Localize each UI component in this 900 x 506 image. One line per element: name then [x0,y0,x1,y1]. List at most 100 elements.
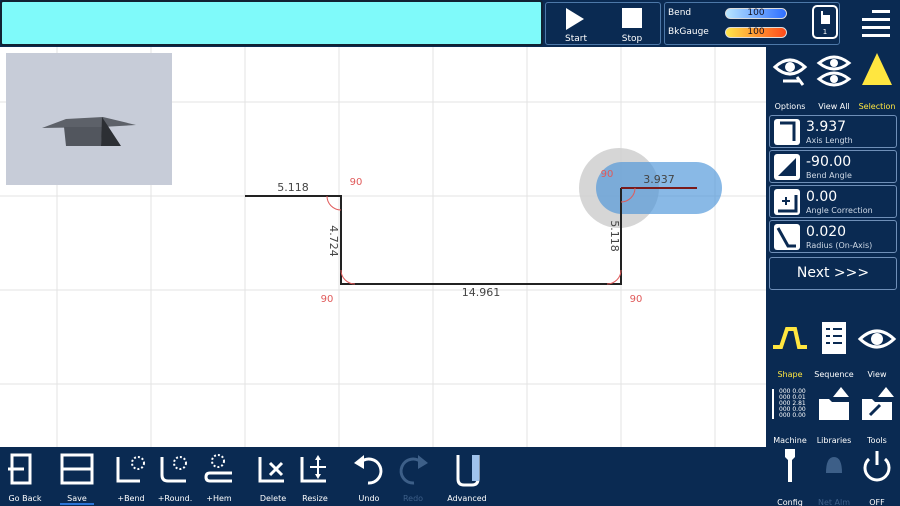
menu-icon [862,10,890,37]
next-button[interactable]: Next >>> [769,257,897,290]
resize-label: Resize [302,494,328,503]
undo-icon [354,455,383,485]
save-button[interactable]: Save [52,451,102,505]
dim-1: 5.118 [277,181,309,194]
sequence-icon [822,322,846,354]
program-name-bar[interactable] [0,0,543,46]
bend-gauge-value: 100 [747,8,765,18]
angle-correction-field[interactable]: 0.00 Angle Correction [769,185,897,218]
save-underline [60,503,94,505]
resize-button[interactable]: Resize [290,451,340,505]
sequence-button[interactable]: Sequence [813,319,855,379]
redo-label: Redo [402,494,424,503]
radius-field[interactable]: 0.020 Radius (On-Axis) [769,220,897,253]
stop-icon [622,8,642,28]
drawing-canvas[interactable]: 5.118 4.724 14.961 5.118 3.937 90 90 90 … [0,47,766,447]
add-round-button[interactable]: +Round. [150,451,200,505]
add-hem-icon [204,454,232,483]
add-bend-label: +Bend [117,494,145,503]
stop-label: Stop [621,34,643,44]
add-bend-icon [116,456,145,483]
bend-angle-field[interactable]: -90.00 Bend Angle [769,150,897,183]
shape-button[interactable]: Shape [769,319,811,379]
machine-readout-5: 000 0.00 [779,412,806,419]
eye-icon [857,329,897,349]
power-icon [863,451,891,482]
eye-wrench-icon [772,58,808,86]
advanced-button[interactable]: Advanced [442,451,492,505]
config-button[interactable]: Config [769,447,811,506]
view-label: View [867,370,887,379]
angle-correction-label: Angle Correction [806,206,873,215]
run-controls: Start Stop [545,2,661,45]
angle-4: 90 [601,169,614,180]
machine-button[interactable]: 000 0.00 000 0.01 000 2.81 000 0.00 000 … [769,385,811,445]
view-button[interactable]: View [856,319,898,379]
selection-button[interactable]: Selection [856,51,898,111]
wrench-icon [785,449,795,482]
3d-preview[interactable] [6,53,172,185]
angle-2: 90 [321,294,334,305]
tools-label: Tools [867,436,887,445]
radius-value: 0.020 [806,224,847,240]
start-button[interactable]: Start [548,3,604,46]
redo-icon [399,455,428,485]
axis-length-label: Axis Length [806,136,853,145]
right-panel: Options View All Selection 3.937 Axis Le… [766,47,900,506]
options-button[interactable]: Options [769,51,811,111]
dim-2: 4.724 [327,225,340,257]
shape-icon [773,327,807,349]
exit-icon [8,453,32,485]
radius-label: Radius (On-Axis) [806,241,873,250]
app-root: Start Stop Bend 100 BkGauge 100 1 5.118 … [0,0,900,506]
bottom-toolbar: Go Back Save +Bend +Round. +Hem Delete R… [0,447,766,506]
folder-up-icon [819,387,849,420]
go-back-label: Go Back [8,494,42,503]
go-back-button[interactable]: Go Back [0,451,50,505]
add-hem-label: +Hem [206,494,232,503]
bend-angle-label: Bend Angle [806,171,852,180]
dim-5: 3.937 [643,173,675,186]
add-hem-button[interactable]: +Hem [194,451,244,505]
resize-icon [300,455,326,483]
libraries-button[interactable]: Libraries [813,385,855,445]
bend-angle-icon [774,154,800,180]
angle-3: 90 [630,294,643,305]
hand-counter: 1 [822,28,828,36]
backgauge-label: BkGauge [668,27,709,37]
view-all-button[interactable]: View All [813,51,855,111]
start-label: Start [565,34,587,44]
machine-icon: 000 0.00 000 0.01 000 2.81 000 0.00 000 … [772,388,806,419]
axis-length-icon [774,119,800,145]
dim-3: 14.961 [462,286,501,299]
bend-gauge-label: Bend [668,8,692,18]
add-round-label: +Round. [157,494,193,503]
axis-length-field[interactable]: 3.937 Axis Length [769,115,897,148]
redo-button[interactable]: Redo [388,451,438,505]
angle-correction-value: 0.00 [806,189,838,205]
undo-button[interactable]: Undo [344,451,394,505]
hand-icon [821,11,830,24]
save-label: Save [67,494,87,503]
eyes-icon [816,55,852,87]
add-round-icon [160,456,187,483]
arrow-pointer-icon [862,53,892,85]
net-alarm-button[interactable]: Net Alm [813,447,855,506]
radius-icon [774,224,800,250]
undo-label: Undo [358,494,380,503]
axis-length-value: 3.937 [806,119,847,135]
part-3d-image [42,117,136,146]
hand-counter-button[interactable]: 1 [812,5,838,39]
advanced-icon [456,455,480,487]
main-menu-button[interactable] [858,8,894,42]
stop-button[interactable]: Stop [604,3,660,46]
power-off-label: OFF [869,498,885,506]
bell-icon [826,457,842,473]
add-bend-button[interactable]: +Bend [106,451,156,505]
advanced-label: Advanced [447,494,487,503]
angle-correction-icon [774,189,800,215]
tools-button[interactable]: Tools [856,385,898,445]
angle-1: 90 [350,177,363,188]
power-off-button[interactable]: OFF [856,447,898,506]
bend-angle-value: -90.00 [806,154,852,170]
